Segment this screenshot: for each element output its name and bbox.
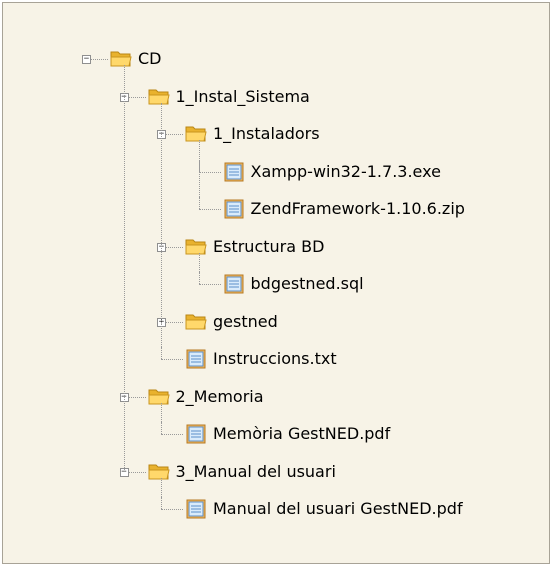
tree-guide-line xyxy=(198,252,200,284)
folder-icon xyxy=(185,312,207,330)
tree-node-label[interactable]: 3_Manual del usuari xyxy=(176,462,336,481)
tree-node-label[interactable]: bdgestned.sql xyxy=(251,275,364,293)
folder-icon xyxy=(185,124,207,142)
tree-guide-line xyxy=(161,477,162,509)
collapse-toggle-icon[interactable]: − xyxy=(82,55,91,64)
file-icon xyxy=(185,349,207,369)
tree-connector-line xyxy=(198,284,221,285)
file-tree: − CD −1_Instal_Sistema −1_Instaladors Xampp-… xyxy=(3,3,551,565)
tree-guide-line xyxy=(123,65,125,472)
file-icon xyxy=(185,424,207,444)
folder-icon xyxy=(148,387,170,405)
folder-icon xyxy=(148,87,170,105)
tree-folder-node[interactable] xyxy=(3,379,551,416)
file-icon xyxy=(223,274,245,294)
folder-icon xyxy=(148,462,170,480)
tree-connector-line xyxy=(198,171,221,173)
tree-connector-line xyxy=(161,359,183,360)
tree-node-label[interactable]: Instruccions.txt xyxy=(213,350,337,368)
tree-node-label[interactable]: gestned xyxy=(213,312,278,331)
file-icon xyxy=(223,162,245,181)
folder-icon xyxy=(110,49,132,67)
tree-connector-line xyxy=(161,434,183,435)
tree-node-label[interactable]: Xampp-win32-1.7.3.exe xyxy=(251,162,441,181)
tree-node-label[interactable]: 1_Instaladors xyxy=(213,125,320,143)
tree-node-label[interactable]: ZendFramework-1.10.6.zip xyxy=(251,200,465,218)
tree-node-label[interactable]: Memòria GestNED.pdf xyxy=(213,425,390,443)
tree-node-label[interactable]: CD xyxy=(138,50,162,68)
folder-icon xyxy=(185,237,207,255)
tree-panel: − CD −1_Instal_Sistema −1_Instaladors Xampp-… xyxy=(2,2,550,564)
file-icon xyxy=(185,499,207,519)
tree-connector-line xyxy=(198,209,221,210)
tree-node-label[interactable]: Manual del usuari GestNED.pdf xyxy=(213,500,463,518)
tree-connector-line xyxy=(161,509,183,510)
tree-node-label[interactable]: 2_Memoria xyxy=(176,387,264,406)
file-icon xyxy=(223,199,245,219)
tree-guide-line xyxy=(161,402,162,434)
tree-guide-line xyxy=(198,140,200,209)
tree-node-label[interactable]: 1_Instal_Sistema xyxy=(176,87,310,106)
tree-node-label[interactable]: Estructura BD xyxy=(213,237,324,256)
tree-guide-line xyxy=(161,102,162,359)
